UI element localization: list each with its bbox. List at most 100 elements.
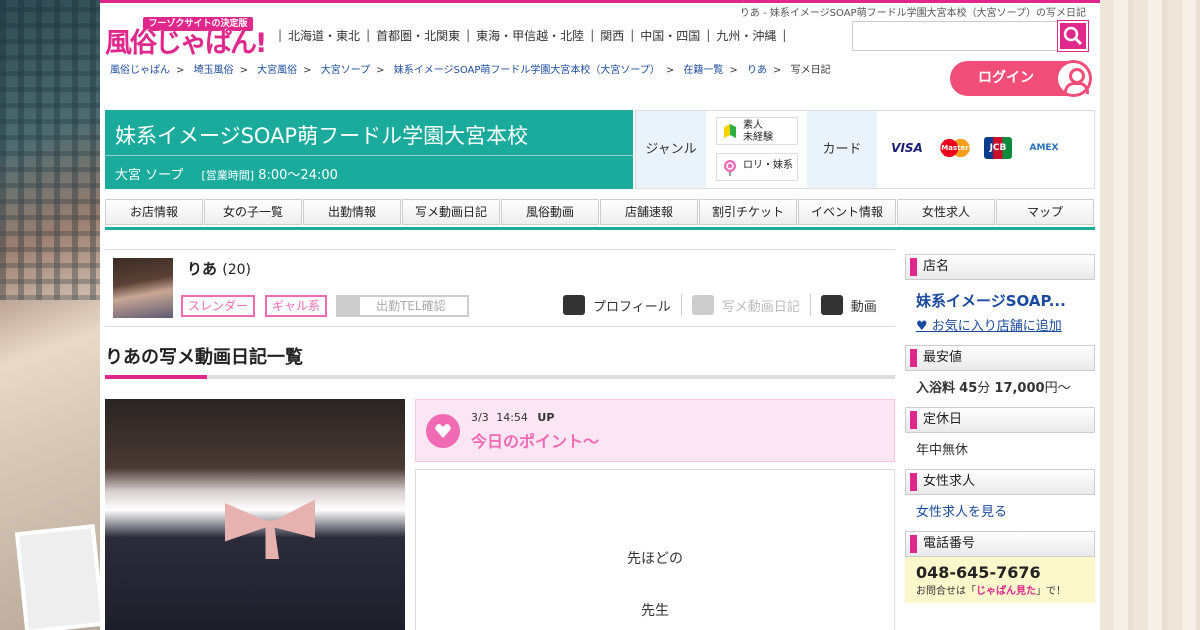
breadcrumb-item[interactable]: 在籍一覧 [683, 65, 723, 76]
background-polaroid [14, 524, 106, 630]
card-visa-icon: VISA [891, 141, 923, 155]
shop-hours: 8:00～24:00 [258, 168, 338, 183]
shop-header: 妹系イメージSOAP萌フードル学園大宮本校 大宮 ソープ [営業時間] 8:00… [105, 110, 633, 189]
diary-date: 3/3 [471, 411, 489, 424]
search-icon [1063, 26, 1083, 46]
girl-profile-bar: りあ (20) スレンダー ギャル系 出勤TEL確認 プロフィール 写メ動画日記… [105, 249, 895, 327]
nav-tab[interactable]: 女性求人 [897, 199, 995, 225]
girl-badge: スレンダー [181, 295, 256, 317]
card-jcb-icon: JCB [984, 137, 1012, 159]
genre-panel: ジャンル 素人 未経験 ロリ・妹系 カード VISA Master JCB AM… [635, 110, 1095, 189]
favorite-link[interactable]: ♥ お気に入り店舗に追加 [916, 315, 1084, 334]
diary-title[interactable]: 今日のポイント〜 [471, 428, 599, 452]
region-link[interactable]: 北海道・東北 [288, 27, 360, 44]
girl-actions: プロフィール 写メ動画日記 動画 [553, 294, 887, 316]
nav-tab[interactable]: 風俗動画 [501, 199, 599, 225]
sidebar-heading: 最安値 [905, 345, 1095, 371]
tel-confirm-button[interactable]: 出勤TEL確認 [336, 295, 469, 317]
search-input[interactable] [852, 21, 1058, 51]
breadcrumb-item[interactable]: 大宮ソープ [321, 65, 370, 76]
breadcrumb-item[interactable]: 妹系イメージSOAP萌フードル学園大宮本校（大宮ソープ） [394, 65, 660, 76]
nav-tab[interactable]: 割引チケット [699, 199, 797, 225]
diary-text-line: 先生 [641, 603, 669, 619]
phone-number[interactable]: 048-645-7676 [916, 563, 1084, 582]
nav-tab[interactable]: マップ [996, 199, 1094, 225]
shop-area: 大宮 ソープ [営業時間] 8:00～24:00 [115, 168, 338, 183]
diary-time: 14:54 [496, 411, 528, 424]
profile-link[interactable]: プロフィール [553, 294, 681, 316]
page-container: りあ - 妹系イメージSOAP萌フードル学園大宮本校（大宮ソープ）の写メ日記 フ… [100, 3, 1100, 630]
girl-name: りあ (20) [187, 260, 251, 278]
nav-tab[interactable]: 女の子一覧 [204, 199, 302, 225]
breadcrumb-item[interactable]: 風俗じゃぱん [110, 65, 170, 76]
diary-link[interactable]: 写メ動画日記 [680, 294, 810, 316]
search-form [852, 20, 1089, 52]
diary-photo[interactable] [105, 399, 405, 630]
breadcrumb-item[interactable]: 埼玉風俗 [194, 65, 234, 76]
sidebar-heading: 電話番号 [905, 531, 1095, 557]
user-icon [1055, 60, 1092, 97]
sidebar-heading: 定休日 [905, 407, 1095, 433]
ribbon-shape [225, 499, 315, 559]
sidebar-phone: 048-645-7676 お問合せは「じゃぱん見た」で！ [905, 557, 1095, 603]
diary-body: 先ほどの 先生 [415, 469, 895, 630]
breadcrumb-item[interactable]: 大宮風俗 [257, 65, 297, 76]
card-label: カード [807, 111, 877, 188]
region-link[interactable]: 首都圏・北関東 [376, 27, 460, 44]
nav-tab[interactable]: お店情報 [105, 199, 203, 225]
background-plaid [0, 0, 100, 300]
nav-tab[interactable]: 写メ動画日記 [402, 199, 500, 225]
hours-label: [営業時間] [201, 169, 255, 182]
sidebar-shop-name[interactable]: 妹系イメージSOAP... [916, 292, 1066, 310]
region-link[interactable]: 関西 [600, 27, 624, 44]
sidebar-heading: 店名 [905, 254, 1095, 280]
diary-up: UP [537, 411, 555, 424]
nav-tab[interactable]: 店舗速報 [600, 199, 698, 225]
login-label: ログイン [978, 70, 1034, 86]
background-wood-right [1100, 0, 1200, 630]
region-link[interactable]: 中国・四国 [640, 27, 700, 44]
genre-tag-loli[interactable]: ロリ・妹系 [716, 153, 798, 181]
breadcrumb-current: 写メ日記 [790, 65, 831, 76]
sidebar-heading: 女性求人 [905, 469, 1095, 495]
video-link[interactable]: 動画 [809, 294, 887, 316]
page-title-bar: りあ - 妹系イメージSOAP萌フードル学園大宮本校（大宮ソープ）の写メ日記 [739, 8, 1086, 19]
sidebar-shop: 妹系イメージSOAP... ♥ お気に入り店舗に追加 [905, 280, 1095, 340]
genre-label: ジャンル [636, 111, 706, 188]
diary-meta: 3/3 14:54 UP [471, 411, 554, 424]
breadcrumb: 風俗じゃぱん > 埼玉風俗 > 大宮風俗 > 大宮ソープ > 妹系イメージSOAP萌フー… [110, 65, 831, 76]
card-mastercard-icon: Master [936, 137, 974, 159]
sidebar: 店名 妹系イメージSOAP... ♥ お気に入り店舗に追加 最安値 入浴料 45… [905, 249, 1095, 603]
girl-age: (20) [222, 262, 251, 278]
lollipop-icon [724, 160, 736, 176]
girl-badge: ギャル系 [265, 295, 328, 317]
region-link[interactable]: 東海・甲信越・北陸 [476, 27, 584, 44]
girl-avatar[interactable] [113, 258, 173, 318]
site-logo[interactable]: フーゾクサイトの決定版 風俗じゃぱん! [105, 17, 267, 59]
region-link[interactable]: 九州・沖縄 [716, 27, 776, 44]
camera-icon [691, 295, 714, 315]
shop-nav: お店情報 女の子一覧 出勤情報 写メ動画日記 風俗動画 店舗速報 割引チケット … [105, 199, 1095, 230]
nav-tab[interactable]: イベント情報 [798, 199, 896, 225]
recruit-link[interactable]: 女性求人を見る [905, 495, 1095, 526]
phone-note: お問合せは「じゃぱん見た」で！ [916, 586, 1066, 597]
diary-list-heading: りあの写メ動画日記一覧 [105, 347, 303, 368]
heart-icon [426, 414, 460, 448]
genre-tag-beginner[interactable]: 素人 未経験 [716, 117, 798, 145]
film-icon [820, 295, 843, 315]
sidebar-holiday: 年中無休 [916, 443, 969, 458]
diary-header: 3/3 14:54 UP 今日のポイント〜 [415, 399, 895, 462]
nav-tab[interactable]: 出勤情報 [303, 199, 401, 225]
search-button[interactable] [1057, 20, 1089, 52]
heading-underline [105, 375, 895, 379]
login-button[interactable]: ログイン [950, 60, 1092, 97]
beginner-mark-icon [724, 124, 736, 138]
region-nav: | 北海道・東北 | 首都圏・北関東 | 東海・甲信越・北陸 | 関西 | 中国・四国 |… [278, 27, 787, 44]
calendar-heart-icon [563, 295, 585, 315]
shop-name: 妹系イメージSOAP萌フードル学園大宮本校 [115, 124, 529, 148]
breadcrumb-item[interactable]: りあ [747, 65, 767, 76]
sidebar-price: 入浴料 45分 17,000円～ [916, 381, 1071, 396]
card-amex-icon: AMEX [1029, 143, 1059, 153]
calendar-icon [338, 297, 360, 315]
background-photo-left [0, 0, 106, 630]
